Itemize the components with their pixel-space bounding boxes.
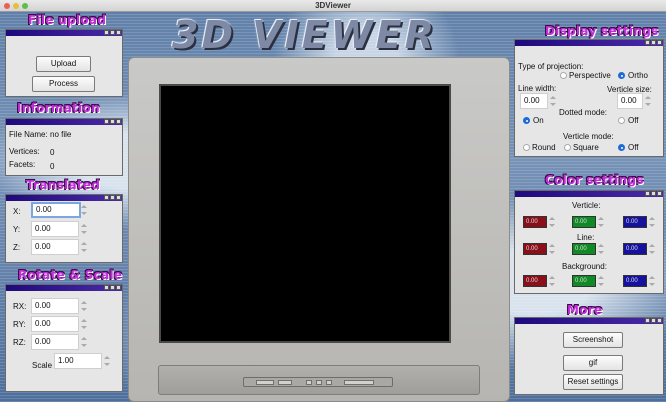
dotted-on-label: On (533, 116, 544, 125)
process-button[interactable]: Process (32, 76, 95, 92)
verticle-color-label: Verticle: (572, 201, 601, 210)
projection-label: Type of projection: (518, 62, 584, 71)
z-stepper[interactable] (81, 241, 87, 253)
file-name-label: File Name: (9, 130, 48, 139)
background-blue-input[interactable]: 0.00 (623, 275, 647, 287)
y-label: Y: (13, 225, 21, 234)
scale-label: Scale (32, 361, 53, 370)
rx-stepper[interactable] (81, 300, 87, 312)
panel-titlebar (6, 285, 122, 291)
line-red-stepper[interactable] (549, 243, 555, 255)
upload-button[interactable]: Upload (36, 56, 91, 72)
scale-input[interactable]: 1.00 (54, 353, 102, 369)
line-blue-input[interactable]: 0.00 (623, 243, 647, 255)
vertices-label: Vertices: (9, 147, 40, 156)
panel-titlebar (6, 30, 122, 36)
y-input[interactable]: 0.00 (31, 221, 79, 237)
verticle-blue-input[interactable]: 0.00 (623, 216, 647, 228)
line-width-input[interactable]: 0.00 (520, 93, 548, 109)
x-stepper[interactable] (81, 204, 87, 216)
verticle-off-label: Off (628, 143, 639, 152)
screenshot-button[interactable]: Screenshot (563, 332, 623, 348)
verticle-size-stepper[interactable] (645, 95, 651, 107)
viewport-screen[interactable] (159, 84, 451, 343)
z-label: Z: (13, 243, 21, 252)
scale-stepper[interactable] (104, 355, 110, 367)
tv-control-strip (243, 377, 393, 387)
app-logo: 3D VIEWER (172, 13, 437, 57)
rotate-scale-heading: Rotate & Scale (18, 268, 123, 282)
dotted-mode-label: Dotted mode: (559, 108, 608, 117)
facets-label: Facets: (9, 160, 36, 169)
ry-input[interactable]: 0.00 (31, 316, 79, 332)
dotted-off-radio[interactable] (618, 117, 625, 124)
display-settings-heading: Display settings (545, 24, 659, 38)
rz-stepper[interactable] (81, 336, 87, 348)
line-width-label: Line width: (518, 84, 557, 93)
square-radio[interactable] (564, 144, 571, 151)
rx-label: RX: (13, 302, 27, 311)
round-label: Round (532, 143, 556, 152)
ry-stepper[interactable] (81, 318, 87, 330)
line-color-label: Line: (577, 233, 595, 242)
rz-input[interactable]: 0.00 (31, 334, 79, 350)
facets-value: 0 (50, 162, 55, 171)
rz-label: RZ: (13, 338, 26, 347)
rx-input[interactable]: 0.00 (31, 298, 79, 314)
line-red-input[interactable]: 0.00 (523, 243, 547, 255)
verticle-red-stepper[interactable] (549, 216, 555, 228)
verticle-mode-label: Verticle mode: (563, 132, 614, 141)
file-upload-heading: File upload (28, 13, 107, 27)
panel-titlebar (515, 318, 663, 324)
round-radio[interactable] (523, 144, 530, 151)
dotted-on-radio[interactable] (523, 117, 530, 124)
background-blue-stepper[interactable] (649, 275, 655, 287)
background-red-stepper[interactable] (549, 275, 555, 287)
perspective-radio[interactable] (560, 72, 567, 79)
verticle-blue-stepper[interactable] (649, 216, 655, 228)
square-label: Square (573, 143, 599, 152)
translated-heading: Translated (26, 178, 101, 192)
panel-titlebar (6, 195, 122, 201)
ortho-label: Ortho (628, 71, 649, 80)
y-stepper[interactable] (81, 223, 87, 235)
dotted-off-label: Off (628, 116, 639, 125)
verticle-off-radio[interactable] (618, 144, 625, 151)
background-color-label: Background: (562, 262, 607, 271)
background-red-input[interactable]: 0.00 (523, 275, 547, 287)
verticle-size-input[interactable]: 0.00 (617, 93, 643, 109)
line-width-stepper[interactable] (550, 95, 556, 107)
window-title: 3DViewer (315, 1, 351, 10)
verticle-red-input[interactable]: 0.00 (523, 216, 547, 228)
vertices-value: 0 (50, 148, 55, 157)
file-name-value: no file (50, 130, 72, 139)
panel-titlebar (6, 119, 122, 125)
verticle-green-stepper[interactable] (598, 216, 604, 228)
gif-button[interactable]: gif (563, 355, 623, 371)
background-green-stepper[interactable] (598, 275, 604, 287)
x-label: X: (13, 207, 21, 216)
background-green-input[interactable]: 0.00 (572, 275, 596, 287)
information-heading: Information (17, 101, 100, 115)
x-input[interactable]: 0.00 (31, 202, 81, 218)
verticle-green-input[interactable]: 0.00 (572, 216, 596, 228)
reset-settings-button[interactable]: Reset settings (563, 374, 623, 390)
panel-titlebar (515, 40, 663, 46)
ry-label: RY: (13, 320, 26, 329)
line-green-stepper[interactable] (598, 243, 604, 255)
more-heading: More (567, 303, 603, 317)
z-input[interactable]: 0.00 (31, 239, 79, 255)
line-green-input[interactable]: 0.00 (572, 243, 596, 255)
perspective-label: Perspective (569, 71, 611, 80)
line-blue-stepper[interactable] (649, 243, 655, 255)
window-titlebar: 3DViewer (0, 0, 666, 12)
color-settings-heading: Color settings (545, 173, 644, 187)
ortho-radio[interactable] (618, 72, 625, 79)
panel-titlebar (515, 191, 663, 197)
